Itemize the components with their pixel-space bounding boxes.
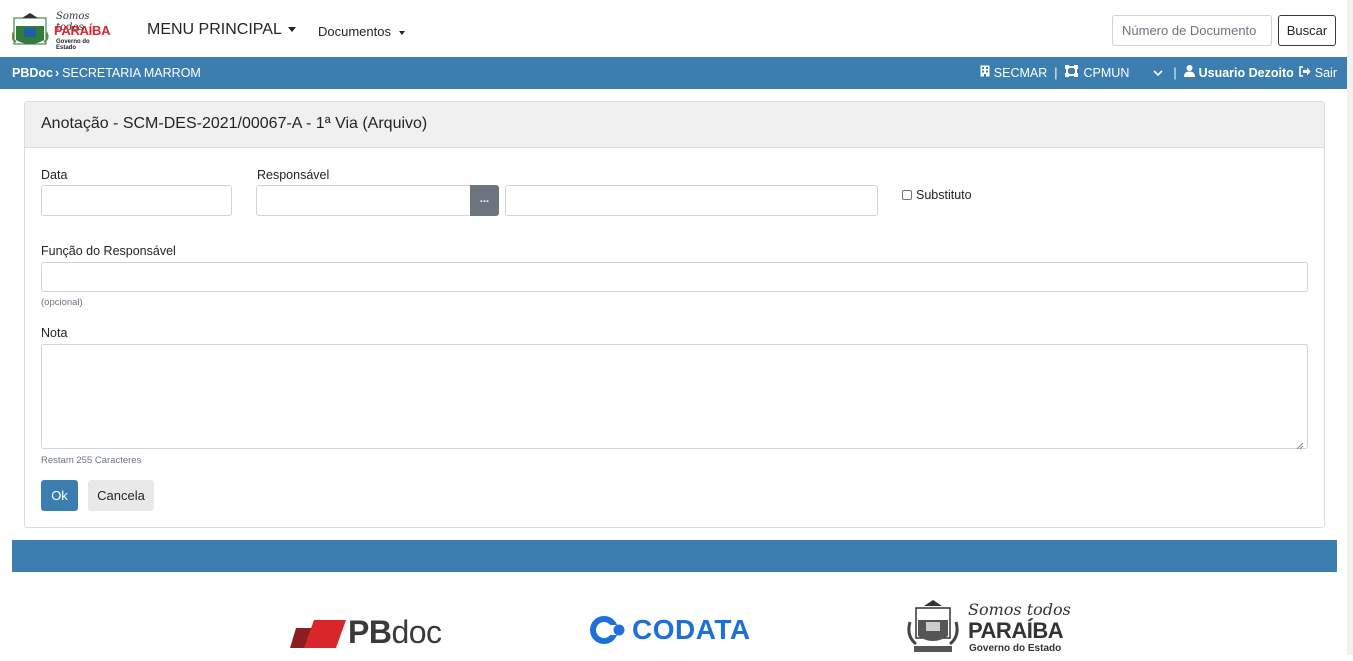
footer-gov-slogan: Somos todos [968,600,1071,619]
paraiba-coat-of-arms-icon [907,600,959,652]
user-icon [1183,65,1195,80]
responsavel-label: Responsável [257,168,330,182]
unit-secmar[interactable]: SECMAR [994,66,1047,80]
cancel-button[interactable]: Cancela [88,480,154,511]
responsavel-code-input[interactable] [256,185,471,216]
sign-out-icon [1298,65,1311,80]
nota-char-counter: Restam 255 Caracteres [41,455,142,466]
footer-gov-label: Governo do Estado [969,643,1062,654]
nota-textarea[interactable] [41,344,1308,450]
footer-gov-state: PARAÍBA [968,618,1064,643]
form-title: Anotação - SCM-DES-2021/00067-A - 1ª Via… [25,102,1324,148]
funcao-hint: (opcional) [41,297,83,308]
separator: | [1173,65,1177,80]
search-button[interactable]: Buscar [1278,15,1336,46]
chevron-right-icon: › [54,66,60,80]
top-navbar: Somos todos PARAÍBA Governo do Estado ME… [0,0,1353,57]
pbdoc-mark-icon [290,619,346,648]
substituto-label: Substituto [916,188,972,202]
funcao-label: Função do Responsável [41,244,176,258]
documentos-dropdown[interactable]: Documentos [318,24,405,39]
footer-bar [12,540,1337,572]
ok-button[interactable]: Ok [41,480,78,511]
substituto-checkbox[interactable]: Substituto [902,188,972,202]
documentos-label: Documentos [318,24,391,39]
checkbox-box[interactable] [902,190,912,200]
resize-handle-icon[interactable] [1296,437,1304,450]
responsavel-lookup-button[interactable]: ... [470,185,499,216]
pbdoc-wordmark: PBdoc [348,614,442,650]
unit-cpmun[interactable]: CPMUN [1084,66,1130,80]
breadcrumb: PBDoc › SECRETARIA MARROM [12,66,201,80]
governo-paraiba-footer-logo: Somos todos PARAÍBA Governo do Estado [906,600,1071,661]
codata-mark-icon [590,616,625,644]
responsavel-name-input[interactable] [505,185,878,216]
codata-wordmark: CODATA [632,614,751,645]
menu-principal-dropdown[interactable]: MENU PRINCIPAL [147,21,296,39]
funcao-input[interactable] [41,262,1308,292]
governo-paraiba-logo[interactable]: Somos todos PARAÍBA Governo do Estado [11,11,111,51]
pbdoc-logo: PBdoc [290,614,442,651]
separator: | [1054,65,1058,80]
page-scrollbar[interactable] [1347,0,1353,655]
anotacao-form-card: Anotação - SCM-DES-2021/00067-A - 1ª Via… [24,101,1325,528]
org-name: SECRETARIA MARROM [62,66,201,80]
user-context: SECMAR | CPMUN | Usuario Dezoito Sair [980,65,1337,80]
user-name[interactable]: Usuario Dezoito [1199,66,1294,80]
menu-principal-label: MENU PRINCIPAL [147,21,282,38]
building-icon [980,65,990,80]
nota-label: Nota [41,326,68,340]
app-name[interactable]: PBDoc [12,66,53,80]
data-input[interactable] [41,185,232,216]
unit-frame-icon [1064,65,1078,80]
data-label: Data [41,168,68,182]
logo-gov: Governo do Estado [56,39,90,51]
unit-chevron-down-icon[interactable] [1153,66,1163,80]
document-number-search-input[interactable] [1112,15,1272,46]
logout-link[interactable]: Sair [1315,66,1337,80]
logo-state-name: PARAÍBA [54,23,111,38]
codata-logo: CODATA [590,614,751,646]
context-bar: PBDoc › SECRETARIA MARROM SECMAR | CPMUN |… [0,57,1347,89]
caret-down-icon [287,27,296,33]
footer-logos: PBdoc CODATA Somos todos PARAÍBA Governo… [0,590,1347,655]
caret-down-icon [398,30,405,35]
